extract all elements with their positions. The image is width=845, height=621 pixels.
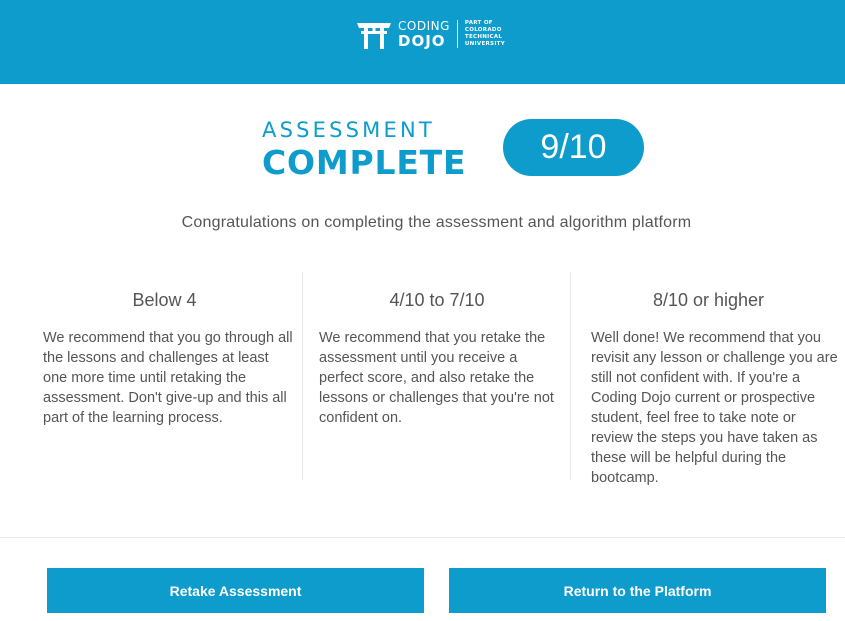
recommendation-column-below-4: Below 4 We recommend that you go through… [28,272,301,480]
brand-line-2: DOJO [398,31,446,50]
torii-gate-icon [357,23,391,49]
brand-line-1: CODING [398,18,450,33]
column-body: Well done! We recommend that you revisit… [591,330,838,486]
affiliation-line: UNIVERSITY [464,41,505,47]
header-bar: CODING DOJO PART OF COLORADO TECHNICAL U… [0,0,845,84]
affiliation-line: PART OF [464,20,493,26]
affiliation-text: PART OF COLORADO TECHNICAL UNIVERSITY [465,20,505,48]
column-heading: Below 4 [132,290,197,310]
recommendation-column-4-to-7: 4/10 to 7/10 We recommend that you retak… [302,272,571,480]
column-body: We recommend that you go through all the… [43,330,293,426]
score-badge: 9/10 [503,119,644,176]
title-small: ASSESSMENT [262,118,435,142]
brand-wordmark: CODING DOJO [398,20,450,49]
affiliation-line: TECHNICAL [464,34,503,40]
recommendation-column-8-plus: 8/10 or higher Well done! We recommend t… [570,272,845,486]
divider [0,537,845,538]
affiliation-line: COLORADO [464,27,502,33]
column-heading: 8/10 or higher [652,290,765,310]
column-heading: 4/10 to 7/10 [389,290,485,310]
column-body: We recommend that you retake the assessm… [319,330,554,426]
retake-assessment-button[interactable]: Retake Assessment [47,568,424,613]
return-to-platform-button[interactable]: Return to the Platform [449,568,826,613]
title-big: COMPLETE [262,143,467,182]
assessment-title: ASSESSMENT COMPLETE [262,118,466,182]
congrats-message: Congratulations on completing the assess… [181,214,692,231]
coding-dojo-logo[interactable]: CODING DOJO PART OF COLORADO TECHNICAL U… [356,17,505,51]
logo-divider [456,20,458,48]
